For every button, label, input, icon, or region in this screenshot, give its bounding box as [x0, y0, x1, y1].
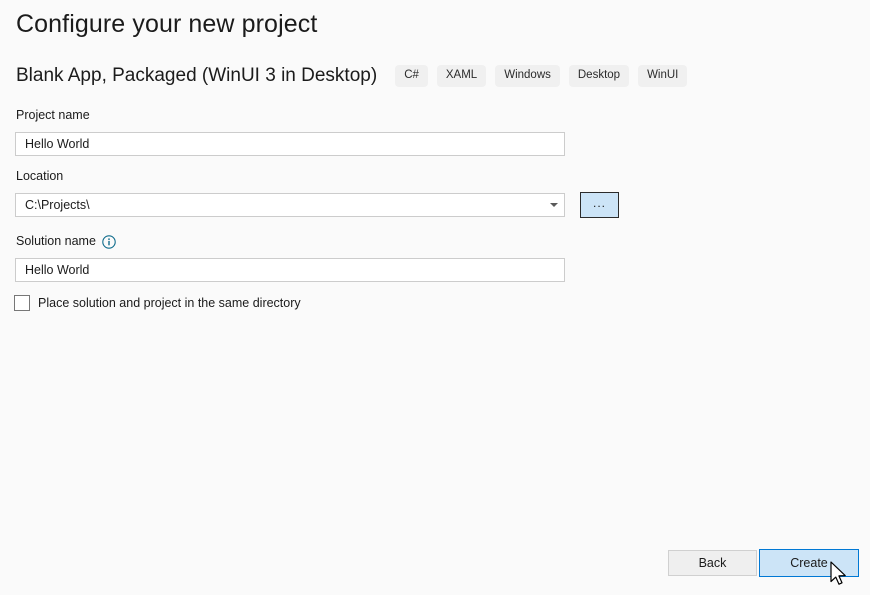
chevron-down-icon[interactable]	[544, 194, 564, 216]
same-directory-checkbox-row[interactable]: Place solution and project in the same d…	[14, 295, 301, 311]
solution-name-label-row: Solution name	[16, 234, 116, 249]
template-tag: WinUI	[638, 65, 687, 87]
location-value: C:\Projects\	[16, 194, 544, 216]
same-directory-checkbox-label: Place solution and project in the same d…	[38, 295, 301, 311]
template-tag: Desktop	[569, 65, 629, 87]
create-button[interactable]: Create	[759, 549, 859, 577]
template-tag: XAML	[437, 65, 486, 87]
template-summary-row: Blank App, Packaged (WinUI 3 in Desktop)…	[16, 63, 687, 89]
same-directory-checkbox[interactable]	[14, 295, 30, 311]
template-tag: Windows	[495, 65, 560, 87]
location-combobox[interactable]: C:\Projects\	[15, 193, 565, 217]
browse-location-button[interactable]: ...	[580, 192, 619, 218]
configure-project-page: Configure your new project Blank App, Pa…	[0, 0, 870, 595]
location-label: Location	[16, 169, 63, 184]
template-name: Blank App, Packaged (WinUI 3 in Desktop)	[16, 63, 377, 89]
project-name-label: Project name	[16, 108, 90, 123]
project-name-input[interactable]	[15, 132, 565, 156]
info-circle-icon[interactable]	[102, 235, 116, 249]
solution-name-input[interactable]	[15, 258, 565, 282]
solution-name-label: Solution name	[16, 234, 96, 249]
template-tag-list: C# XAML Windows Desktop WinUI	[395, 65, 687, 87]
template-tag: C#	[395, 65, 428, 87]
page-title: Configure your new project	[16, 10, 317, 39]
back-button[interactable]: Back	[668, 550, 757, 576]
